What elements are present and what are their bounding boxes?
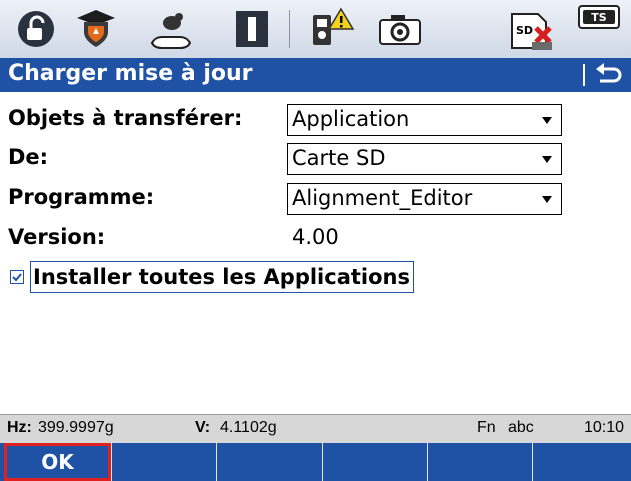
title-bar: Charger mise à jour: [0, 58, 631, 92]
softkey-bar: OK: [0, 443, 631, 481]
program-select-value: Alignment_Editor: [292, 186, 473, 210]
program-label: Programme:: [8, 185, 155, 209]
softkey-f4[interactable]: [323, 443, 428, 481]
back-icon[interactable]: [592, 60, 626, 90]
from-select[interactable]: Carte SD: [287, 143, 562, 175]
ts-badge-icon: TS: [576, 2, 622, 32]
sd-card-error-icon[interactable]: SD: [508, 6, 560, 52]
clock-time: 10:10: [584, 419, 625, 436]
softkey-f6[interactable]: [533, 443, 631, 481]
top-toolbar: SD TS: [0, 0, 631, 59]
v-value: 4.1102g: [220, 419, 277, 436]
shield-icon[interactable]: [73, 6, 119, 52]
v-label: V:: [195, 419, 211, 436]
objects-select-value: Application: [292, 107, 410, 131]
chevron-down-icon: [542, 156, 552, 163]
install-all-label[interactable]: Installer toutes les Applications: [30, 261, 414, 293]
instrument-warning-icon[interactable]: [300, 6, 356, 52]
softkey-f2[interactable]: [111, 443, 217, 481]
lock-icon[interactable]: [14, 6, 58, 52]
from-label: De:: [8, 145, 49, 169]
version-value: 4.00: [292, 225, 339, 249]
from-select-value: Carte SD: [292, 146, 386, 170]
ok-button[interactable]: OK: [4, 443, 111, 481]
install-all-checkbox[interactable]: [10, 270, 24, 284]
title-separator: [583, 64, 585, 86]
hz-value: 399.9997g: [38, 419, 114, 436]
page-title: Charger mise à jour: [8, 61, 253, 86]
program-select[interactable]: Alignment_Editor: [287, 183, 562, 215]
input-mode: abc: [508, 419, 534, 436]
fn-indicator: Fn: [477, 419, 496, 436]
hz-label: Hz:: [7, 419, 32, 436]
chevron-down-icon: [542, 117, 552, 124]
objects-select[interactable]: Application: [287, 104, 562, 136]
chevron-down-icon: [542, 196, 552, 203]
softkey-f5[interactable]: [428, 443, 533, 481]
svg-text:TS: TS: [591, 11, 607, 24]
camera-icon[interactable]: [375, 6, 425, 52]
svg-text:SD: SD: [516, 24, 533, 37]
objects-label: Objets à transférer:: [8, 106, 243, 130]
survey-target-icon[interactable]: [145, 6, 197, 52]
status-bar: Hz: 399.9997g V: 4.1102g Fn abc 10:10: [0, 414, 631, 443]
softkey-f3[interactable]: [217, 443, 323, 481]
version-label: Version:: [8, 225, 106, 249]
info-icon[interactable]: [232, 6, 272, 52]
